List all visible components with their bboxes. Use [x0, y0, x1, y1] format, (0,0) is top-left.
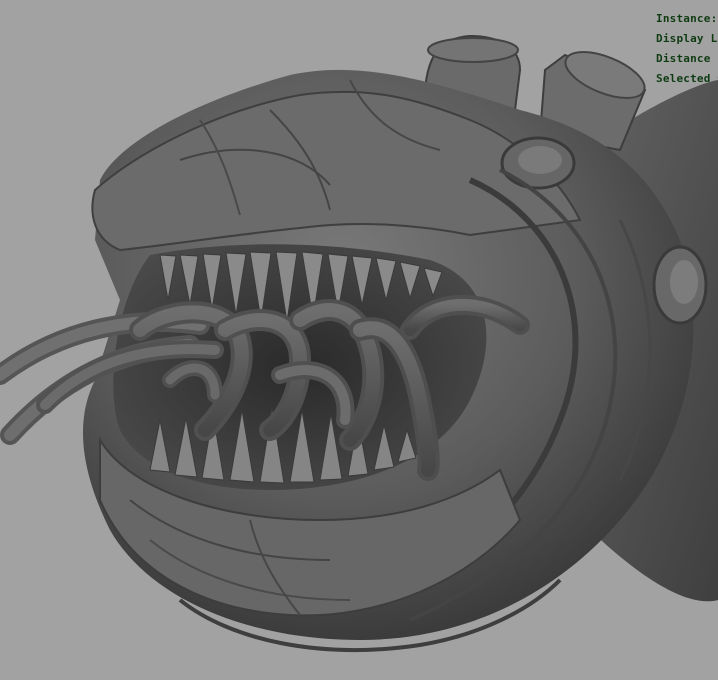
- hud-selected-label: Selected O: [656, 72, 718, 85]
- heads-up-display: Instance: Display Laye Distance Fr Selec…: [656, 9, 718, 89]
- hud-distance-label: Distance Fr: [656, 52, 718, 65]
- hud-instance-label: Instance:: [656, 12, 718, 25]
- hud-display-layer-label: Display Laye: [656, 32, 718, 45]
- maya-viewport[interactable]: Instance: Display Laye Distance Fr Selec…: [0, 0, 718, 680]
- sculpted-creature-head-model: [0, 34, 718, 652]
